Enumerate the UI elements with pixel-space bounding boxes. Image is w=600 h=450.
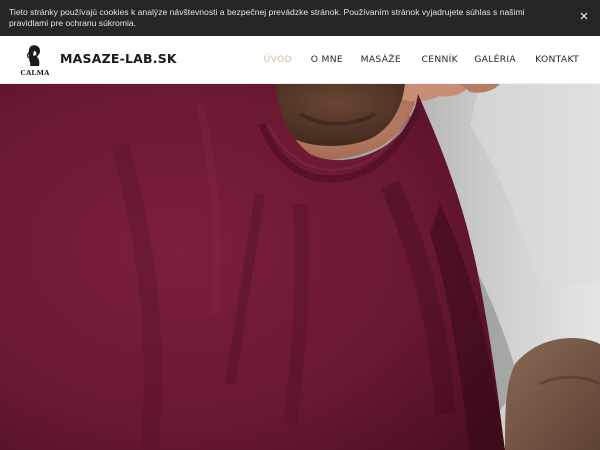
- nav-item-cennik[interactable]: CENNÍK: [422, 54, 459, 65]
- nav-item-uvod[interactable]: ÚVOD: [264, 54, 292, 65]
- site-brand-link[interactable]: MASAZE-LAB.SK: [60, 51, 177, 66]
- logo-text: CALMA: [20, 68, 50, 77]
- nav-item-masaze[interactable]: MASÁŽE: [361, 54, 401, 65]
- nav-item-kontakt[interactable]: KONTAKT: [535, 54, 579, 65]
- cookie-bar: Tieto stránky používajú cookies k analýz…: [0, 0, 600, 36]
- logo-figure-icon: [27, 45, 40, 66]
- site-header: CALMA MASAZE-LAB.SK ÚVOD O MNE MASÁŽE CE…: [0, 36, 600, 84]
- hero-photo-illustration: [0, 84, 600, 450]
- page: Tieto stránky používajú cookies k analýz…: [0, 0, 600, 450]
- nav-item-galeria[interactable]: GALÉRIA: [474, 54, 516, 65]
- nav-item-o-mne[interactable]: O MNE: [311, 54, 343, 65]
- cookie-notice-text: Tieto stránky používajú cookies k analýz…: [9, 7, 525, 28]
- close-icon[interactable]: [578, 9, 590, 21]
- calma-logo[interactable]: CALMA: [17, 44, 53, 78]
- hero-image: [0, 84, 600, 450]
